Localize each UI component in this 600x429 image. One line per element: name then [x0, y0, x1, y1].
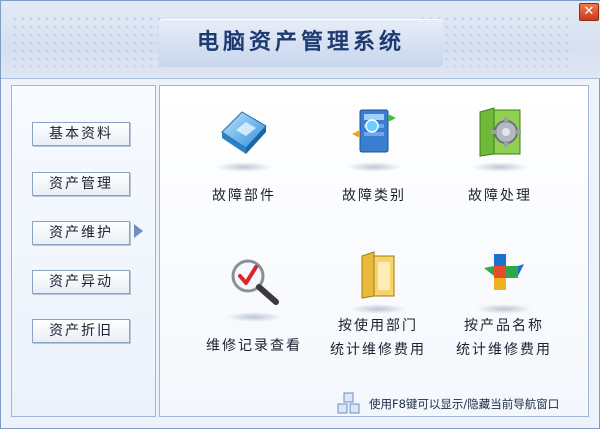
- selected-arrow-icon: [134, 224, 143, 238]
- tile-label: 故障部件: [212, 188, 276, 204]
- hint-text: 使用F8键可以显示/隐藏当前导航窗口: [369, 397, 560, 411]
- folder-icon: [350, 246, 406, 302]
- app-window: 电脑资产管理系统 ✕ 基本资料 资产管理 资产维护 资产异动 资产折旧 故障部件: [0, 0, 600, 429]
- tile-fault-parts[interactable]: 故障部件: [180, 104, 308, 206]
- component-icon: [216, 104, 272, 160]
- sidebar-item-basic-info[interactable]: 基本资料: [32, 122, 130, 146]
- tile-label: 故障处理: [468, 188, 532, 204]
- tile-label: 维修记录查看: [206, 338, 302, 354]
- tile-stats-by-product[interactable]: 按产品名称 统计维修费用: [440, 246, 568, 360]
- tile-repair-records[interactable]: 维修记录查看: [190, 254, 318, 356]
- tile-stats-by-department[interactable]: 按使用部门 统计维修费用: [314, 246, 442, 360]
- sidebar-item-asset-change[interactable]: 资产异动: [32, 270, 130, 294]
- tile-label-line1: 按产品名称: [464, 318, 544, 334]
- title-bar: 电脑资产管理系统 ✕: [1, 1, 600, 79]
- sidebar-item-asset-depreciation[interactable]: 资产折旧: [32, 319, 130, 343]
- icon-shadow: [476, 304, 532, 314]
- icon-shadow: [350, 304, 406, 314]
- folder-gear-icon: [472, 104, 528, 160]
- tile-label-line2: 统计维修费用: [456, 342, 552, 358]
- server-icon: [346, 104, 402, 160]
- tile-label-line1: 按使用部门: [338, 318, 418, 334]
- sidebar-item-asset-management[interactable]: 资产管理: [32, 172, 130, 196]
- icon-shadow: [346, 162, 402, 172]
- close-button[interactable]: ✕: [579, 3, 599, 21]
- icon-shadow: [216, 162, 272, 172]
- header-dots-decoration: [11, 15, 161, 67]
- tile-fault-handling[interactable]: 故障处理: [436, 104, 564, 206]
- tile-label: 故障类别: [342, 188, 406, 204]
- sidebar-item-asset-maintenance[interactable]: 资产维护: [32, 221, 130, 245]
- icon-shadow: [226, 312, 282, 322]
- tile-label-line2: 统计维修费用: [330, 342, 426, 358]
- main-panel: 故障部件 故障类别 故障处理 维修记录查看 按使用部门 统计维修费用 按产品名称…: [159, 85, 589, 417]
- tile-fault-categories[interactable]: 故障类别: [310, 104, 438, 206]
- footer-hint: 使用F8键可以显示/隐藏当前导航窗口: [1, 392, 600, 416]
- window-title: 电脑资产管理系统: [196, 30, 405, 55]
- puzzle-icon: [476, 246, 532, 302]
- sidebar: 基本资料 资产管理 资产维护 资产异动 资产折旧: [11, 85, 156, 417]
- icon-shadow: [472, 162, 528, 172]
- magnifier-icon: [226, 254, 282, 310]
- cubes-icon: [336, 391, 362, 417]
